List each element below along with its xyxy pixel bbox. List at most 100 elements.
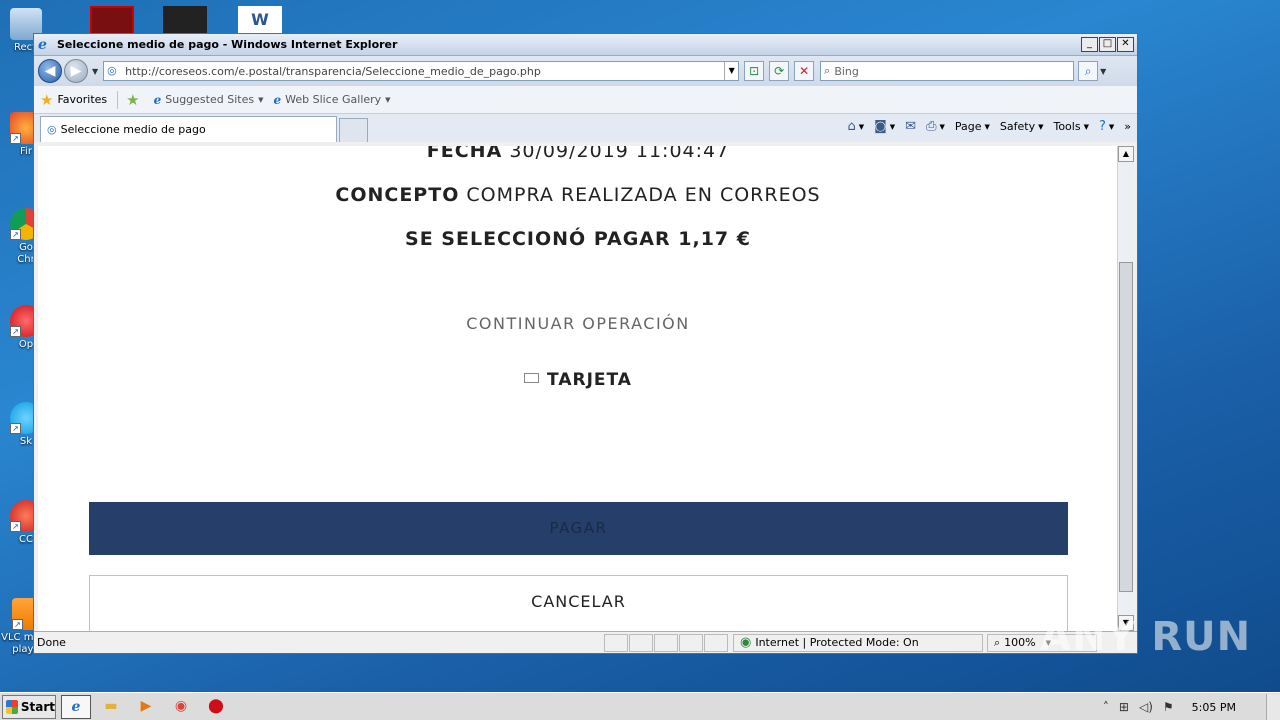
chrome-icon: ◉ [174, 697, 188, 714]
media-player-icon: ▶ [140, 697, 152, 714]
search-options-icon[interactable]: ▼ [1100, 67, 1106, 76]
desktop-icon-label: Op [18, 339, 34, 350]
print-button[interactable]: ⎙ ▼ [926, 119, 945, 134]
read-mail-button[interactable]: ✉ [905, 119, 916, 134]
taskbar: Start e ▬ ▶ ◉ ⬤ ˄ ⊞ ◁) ⚑ 5:05 PM [0, 692, 1280, 720]
dark-file-icon[interactable] [163, 6, 207, 36]
help-icon: ? [1098, 119, 1106, 134]
system-tray: ˄ ⊞ ◁) ⚑ 5:05 PM [1103, 693, 1280, 720]
chevron-down-icon: ▼ [1108, 122, 1115, 131]
tarjeta-option[interactable]: TARJETA [38, 370, 1118, 390]
home-icon: ⌂ [847, 119, 856, 134]
safety-menu-label: Safety [999, 120, 1036, 133]
command-bar: ⌂ ▼ ◙ ▼ ✉ ⎙ ▼ Page ▼ Safety ▼ Tools ▼ ? ▼ » [837, 119, 1131, 134]
compatibility-view-button[interactable]: ⊡ [744, 61, 765, 81]
favorites-button[interactable]: ★ Favorites [40, 91, 107, 109]
clock[interactable]: 5:05 PM [1192, 701, 1236, 714]
address-bar: ◀ ▶ ▼ ◎ http://coreseos.com/e.postal/tra… [34, 56, 1137, 86]
concepto-value: COMPRA REALIZADA EN CORREOS [466, 184, 821, 206]
taskbar-ie-button[interactable]: e [61, 694, 91, 719]
chevron-down-icon: ▼ [939, 122, 945, 131]
taskbar-chrome-button[interactable]: ◉ [166, 695, 196, 719]
opera-icon: ⬤ [208, 697, 224, 714]
minimize-button[interactable]: _ [1081, 37, 1098, 52]
tab-seleccione-medio-de-pago[interactable]: ◎ Seleccione medio de pago [40, 116, 337, 142]
web-slice-gallery-link[interactable]: e Web Slice Gallery ▼ [273, 93, 390, 107]
word-file-icon[interactable]: W [238, 6, 282, 36]
page-icon: ◎ [107, 64, 117, 77]
magnifier-icon: ⌕ [994, 635, 1001, 649]
show-hidden-icons-icon[interactable]: ˄ [1103, 700, 1109, 714]
desktop-icon-label: Sk [19, 436, 33, 447]
forward-button[interactable]: ▶ [64, 59, 88, 83]
taskbar-opera-button[interactable]: ⬤ [201, 695, 231, 719]
scroll-thumb[interactable] [1119, 262, 1133, 592]
status-cell [679, 633, 703, 652]
add-to-favorites-bar-button[interactable]: ★ [126, 91, 143, 109]
suggested-sites-link[interactable]: e Suggested Sites ▼ [154, 93, 264, 107]
chevron-down-icon: ▼ [1038, 122, 1044, 131]
taskbar-explorer-button[interactable]: ▬ [96, 695, 126, 719]
scroll-up-icon[interactable]: ▲ [1118, 146, 1134, 162]
ie-page-icon: e [153, 92, 162, 107]
maximize-button[interactable]: □ [1099, 37, 1116, 52]
chevron-down-icon: ▼ [858, 122, 865, 131]
favorites-label: Favorites [57, 93, 108, 106]
title-bar[interactable]: e Seleccione medio de pago - Windows Int… [34, 34, 1137, 56]
bing-search-icon: ⌕ [824, 64, 831, 77]
safety-menu[interactable]: Safety ▼ [1000, 120, 1044, 133]
status-cell [629, 633, 653, 652]
search-input[interactable]: ⌕ Bing [820, 61, 1075, 81]
url-field[interactable]: ◎ http://coreseos.com/e.postal/transpare… [103, 61, 740, 81]
security-zone[interactable]: ◉ Internet | Protected Mode: On [733, 633, 983, 652]
concepto-line: CONCEPTO COMPRA REALIZADA EN CORREOS [38, 184, 1118, 206]
page-menu[interactable]: Page ▼ [955, 120, 990, 133]
windows-logo-icon [6, 699, 18, 714]
status-cell [604, 633, 628, 652]
taskbar-media-player-button[interactable]: ▶ [131, 695, 161, 719]
star-icon: ★ [40, 90, 54, 109]
network-icon[interactable]: ⊞ [1119, 700, 1129, 714]
card-icon [524, 373, 540, 383]
pagar-button[interactable]: PAGAR [89, 502, 1068, 555]
more-commands-button[interactable]: » [1124, 120, 1131, 133]
zone-text: Internet | Protected Mode: On [755, 636, 919, 649]
chevron-down-icon: ▼ [984, 122, 990, 131]
help-button[interactable]: ? ▼ [1099, 119, 1114, 134]
chevron-down-icon: ▼ [1083, 122, 1089, 131]
ie-page-icon: e [273, 92, 282, 107]
url-dropdown-icon[interactable]: ▼ [724, 62, 738, 80]
back-button[interactable]: ◀ [38, 59, 62, 83]
refresh-button[interactable]: ⟳ [769, 61, 790, 81]
start-button[interactable]: Start [2, 694, 56, 719]
chevron-down-icon: ▼ [258, 95, 264, 104]
tools-menu-label: Tools [1053, 120, 1081, 133]
home-button[interactable]: ⌂ ▼ [847, 119, 864, 134]
favorites-bar: ★ Favorites ★ e Suggested Sites ▼ e Web … [34, 86, 1137, 114]
ie-logo-icon: e [38, 36, 47, 53]
rss-icon: ◙ [874, 119, 887, 134]
history-dropdown-icon[interactable]: ▼ [92, 67, 98, 76]
desktop-icon-label: Fir [20, 146, 32, 157]
concepto-label: CONCEPTO [335, 184, 460, 206]
cancelar-button[interactable]: CANCELAR [89, 575, 1068, 631]
search-button[interactable]: ⌕ [1078, 61, 1099, 81]
stop-button[interactable]: ✕ [794, 61, 815, 81]
close-button[interactable]: ✕ [1117, 37, 1134, 52]
tab-label: Seleccione medio de pago [60, 123, 206, 136]
selected-amount: SE SELECCIONÓ PAGAR 1,17 € [405, 228, 751, 250]
page-icon: ◎ [47, 123, 57, 136]
feeds-button[interactable]: ◙ ▼ [874, 119, 895, 134]
status-text: Done [37, 636, 66, 649]
tools-menu[interactable]: Tools ▼ [1053, 120, 1089, 133]
vertical-scrollbar[interactable]: ▲ ▼ [1117, 146, 1134, 631]
volume-icon[interactable]: ◁) [1139, 700, 1153, 714]
folder-icon: ▬ [104, 697, 118, 714]
suggested-sites-label: Suggested Sites [165, 93, 255, 106]
payment-page: FECHA 30/09/2019 11:04:47 CONCEPTO COMPR… [38, 146, 1118, 631]
pdf-file-icon[interactable] [90, 6, 134, 36]
show-desktop-button[interactable] [1266, 694, 1280, 720]
new-tab-button[interactable] [339, 118, 368, 142]
ie-window: e Seleccione medio de pago - Windows Int… [33, 33, 1138, 654]
action-center-flag-icon[interactable]: ⚑ [1163, 700, 1174, 714]
